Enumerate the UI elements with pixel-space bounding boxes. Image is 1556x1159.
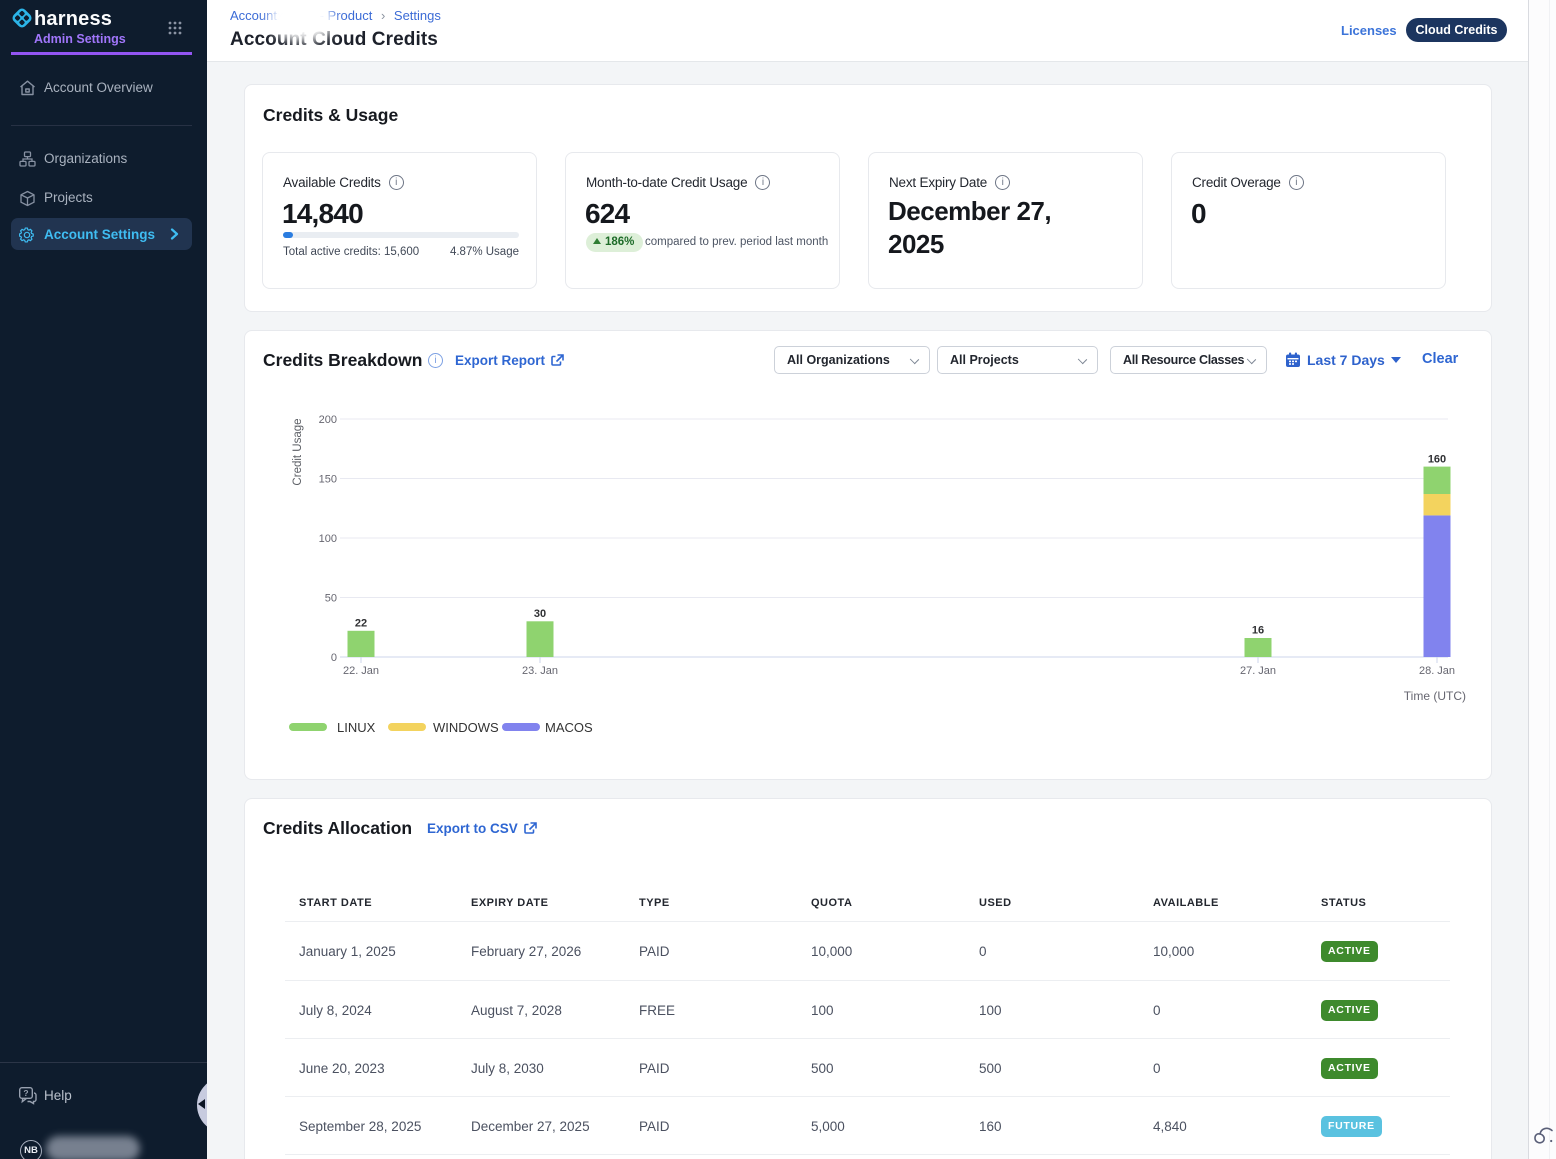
svg-text:WINDOWS: WINDOWS [433,720,499,735]
svg-text:28. Jan: 28. Jan [1419,665,1455,677]
svg-text:MACOS: MACOS [545,720,593,735]
svg-text:160: 160 [1428,453,1446,465]
svg-text:16: 16 [1252,625,1264,637]
svg-text:50: 50 [325,593,337,605]
svg-text:22: 22 [355,618,367,630]
svg-text:Time (UTC): Time (UTC) [1404,689,1466,703]
svg-text:27. Jan: 27. Jan [1240,665,1276,677]
svg-text:23. Jan: 23. Jan [522,665,558,677]
svg-text:Credit Usage: Credit Usage [292,418,304,485]
svg-text:0: 0 [331,652,337,664]
svg-text:LINUX: LINUX [337,720,376,735]
svg-text:150: 150 [319,474,337,486]
svg-text:?: ? [23,1088,28,1098]
svg-text:22. Jan: 22. Jan [343,665,379,677]
svg-text:30: 30 [534,608,546,620]
svg-text:200: 200 [319,414,337,426]
svg-text:100: 100 [319,533,337,545]
